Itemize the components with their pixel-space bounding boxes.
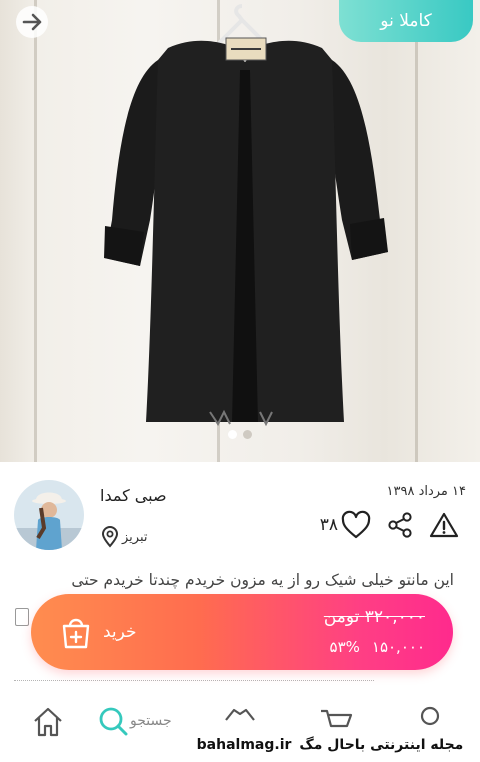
post-date: ۱۴ مرداد ۱۳۹۸ — [386, 484, 467, 499]
like-button[interactable]: ۳۸ — [320, 510, 372, 540]
seller-avatar[interactable] — [14, 480, 84, 550]
site-watermark: bahalmag.ir مجله اینترنتی باحال مگ — [180, 728, 480, 762]
gallery-dot[interactable] — [228, 430, 237, 439]
original-price: ۳۲۰,۰۰۰ تومن — [323, 607, 425, 627]
location-label: تبریز — [122, 529, 148, 545]
closet-edge — [415, 0, 418, 462]
nav-home[interactable] — [30, 704, 66, 740]
report-button[interactable] — [428, 510, 460, 540]
home-icon — [34, 707, 62, 737]
shopping-bag-icon — [62, 618, 90, 649]
share-button[interactable] — [384, 510, 416, 540]
heart-icon — [341, 510, 371, 539]
location-pin-icon — [101, 526, 119, 548]
product-page: کاملا نو صبی کمدا تبریز ۱۴ مرداد ۱۳۹۸ ۳۸ — [0, 0, 480, 762]
gallery-dot[interactable] — [243, 430, 252, 439]
final-price: ۱۵۰,۰۰۰ — [371, 638, 425, 656]
closet-edge — [34, 0, 37, 462]
watermark-domain: bahalmag.ir — [196, 737, 292, 753]
nav-search[interactable]: جستجو — [96, 704, 172, 738]
buy-button[interactable]: خرید — [57, 613, 137, 651]
watermark-text: مجله اینترنتی باحال مگ — [299, 737, 464, 753]
avatar-image — [14, 480, 84, 550]
nav-search-label: جستجو — [130, 713, 172, 729]
seller-location: تبریز — [100, 526, 148, 548]
content-fragment — [15, 608, 29, 626]
price-info: ۱۵۰,۰۰۰ ۵۳% — [330, 638, 425, 656]
product-photo[interactable]: کاملا نو — [0, 0, 480, 462]
buy-label: خرید — [103, 622, 137, 642]
share-icon — [388, 512, 412, 538]
gallery-indicator — [0, 430, 480, 439]
black-coat-image — [104, 37, 388, 427]
discount-percent: ۵۳% — [329, 638, 360, 656]
arrow-right-icon — [16, 6, 48, 38]
warning-icon — [429, 512, 459, 538]
condition-badge: کاملا نو — [339, 0, 473, 42]
action-bar: ۳۸ — [320, 510, 460, 540]
search-icon — [99, 707, 128, 736]
product-description: این مانتو خیلی شیک رو از یه مزون خریدم چ… — [71, 571, 454, 589]
seller-name[interactable]: صبی کمدا — [100, 486, 167, 505]
back-button[interactable] — [10, 4, 54, 40]
buy-bar: خرید ۳۲۰,۰۰۰ تومن ۱۵۰,۰۰۰ ۵۳% — [31, 594, 453, 670]
like-count: ۳۸ — [319, 515, 338, 535]
content-fragment — [14, 680, 374, 688]
